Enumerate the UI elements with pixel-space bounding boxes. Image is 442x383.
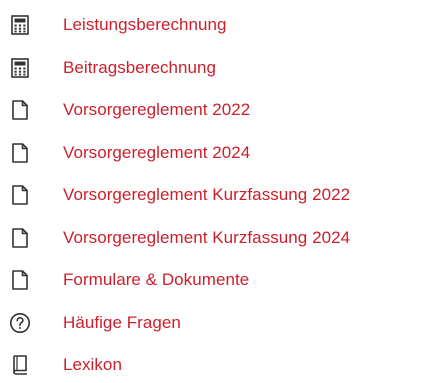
calculator-icon [8, 56, 32, 80]
question-circle-icon [8, 311, 32, 335]
link-label[interactable]: Vorsorgereglement Kurzfassung 2022 [63, 185, 350, 205]
link-label[interactable]: Leistungsberechnung [63, 15, 227, 35]
link-label[interactable]: Formulare & Dokumente [63, 270, 249, 290]
link-label[interactable]: Häufige Fragen [63, 313, 181, 333]
document-icon [8, 268, 32, 292]
link-label[interactable]: Beitragsberechnung [63, 58, 216, 78]
document-icon [8, 141, 32, 165]
book-icon [8, 353, 32, 377]
document-icon [8, 226, 32, 250]
link-label[interactable]: Vorsorgereglement 2022 [63, 100, 250, 120]
document-icon [8, 183, 32, 207]
link-label[interactable]: Lexikon [63, 355, 122, 375]
document-icon [8, 98, 32, 122]
link-label[interactable]: Vorsorgereglement Kurzfassung 2024 [63, 228, 350, 248]
calculator-icon [8, 13, 32, 37]
link-label[interactable]: Vorsorgereglement 2024 [63, 143, 250, 163]
